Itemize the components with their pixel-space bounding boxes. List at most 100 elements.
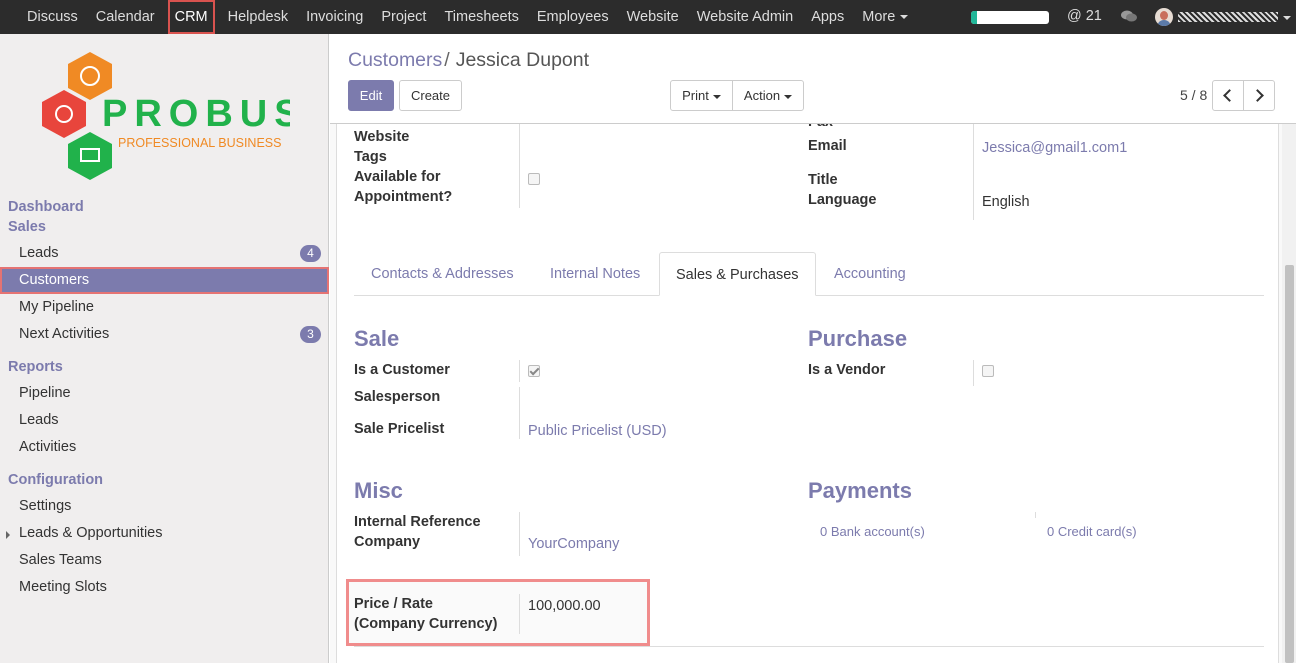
email-label: Email [808,138,847,154]
sidebar-item-next-activities[interactable]: Next Activities 3 [0,321,329,348]
sidebar-dashboard[interactable]: Dashboard [8,199,84,215]
sidebar-item-leads-opportunities[interactable]: Leads & Opportunities [0,520,329,547]
scrollbar-thumb[interactable] [1285,265,1294,663]
section-divider [354,646,1264,647]
tab-contacts-addresses[interactable]: Contacts & Addresses [371,252,514,296]
salesperson-label: Salesperson [354,389,441,405]
company-link[interactable]: YourCompany [528,536,619,552]
scrollbar[interactable] [1282,124,1296,663]
menu-website[interactable]: Website [618,0,688,34]
breadcrumb-customers[interactable]: Customers [348,49,442,71]
sidebar-item-pipeline[interactable]: Pipeline [0,380,329,407]
create-button[interactable]: Create [399,80,462,111]
sidebar-item-activities[interactable]: Activities [0,434,329,461]
count-badge: 3 [300,326,321,343]
menu-crm[interactable]: CRM [167,0,215,34]
menu-more[interactable]: More [853,0,917,34]
sidebar-item-meeting-slots[interactable]: Meeting Slots [0,574,329,601]
print-dropdown[interactable]: Print [670,80,733,111]
fax-label: Fax [808,124,833,132]
sidebar-section-sales: Sales [8,219,46,235]
available-appointment-label: Available for Appointment? [354,169,453,205]
user-avatar[interactable] [1155,8,1173,26]
sidebar-item-label: Leads & Opportunities [19,525,163,541]
payments-heading: Payments [808,478,912,503]
field-divider [519,594,520,634]
print-label: Print [682,88,709,103]
language-label: Language [808,192,877,208]
bank-accounts-button[interactable]: 0 Bank account(s) [820,524,925,539]
menu-website-admin[interactable]: Website Admin [688,0,802,34]
company-label: Company [354,534,421,550]
field-divider [519,512,520,556]
email-link[interactable]: Jessica@gmail1.com1 [982,140,1127,156]
sidebar-item-label: Leads [19,245,59,261]
menu-more-label: More [862,9,896,25]
tab-accounting[interactable]: Accounting [834,252,906,296]
tab-internal-notes[interactable]: Internal Notes [550,252,640,296]
sidebar-item-customers[interactable]: Customers [0,267,329,294]
action-dropdown[interactable]: Action [732,80,804,111]
chevron-left-icon [1223,89,1236,102]
pager-next-button[interactable] [1243,80,1275,111]
edit-button[interactable]: Edit [348,80,394,111]
tab-sales-purchases[interactable]: Sales & Purchases [659,252,816,296]
notebook-tabs: Contacts & Addresses Internal Notes Sale… [354,252,1264,296]
chevron-down-icon[interactable] [1283,16,1291,20]
chevron-down-icon [784,94,793,99]
sidebar-item-sales-teams[interactable]: Sales Teams [0,547,329,574]
language-value: English [982,194,1030,210]
menu-invoicing[interactable]: Invoicing [297,0,372,34]
sale-pricelist-label: Sale Pricelist [354,421,445,437]
sale-heading: Sale [354,326,400,351]
control-panel: Customers / Jessica Dupont Edit Create Pri… [330,34,1296,124]
sidebar-item-label: Customers [19,272,90,288]
sidebar: PROBUSE PROFESSIONAL BUSINESS Dashboard … [0,34,329,663]
count-badge: 4 [300,245,321,262]
progress-bar[interactable] [971,11,1049,24]
sidebar-item-report-leads[interactable]: Leads [0,407,329,434]
credit-cards-button[interactable]: 0 Credit card(s) [1047,524,1137,539]
pager-previous-button[interactable] [1212,80,1244,111]
breadcrumb-separator: / [444,49,450,71]
misc-heading: Misc [354,478,403,503]
sidebar-item-leads[interactable]: Leads 4 [0,240,329,267]
is-customer-checkbox[interactable] [528,365,540,377]
sale-pricelist-link[interactable]: Public Pricelist (USD) [528,423,667,439]
pager-value[interactable]: 5 / 8 [1180,87,1207,103]
menu-discuss[interactable]: Discuss [18,0,87,34]
chevron-down-icon [712,94,721,99]
sidebar-item-label: Leads [19,412,59,428]
title-label: Title [808,172,838,188]
menu-apps[interactable]: Apps [802,0,853,34]
top-navbar: Discuss Calendar CRM Helpdesk Invoicing … [0,0,1296,34]
username-redacted[interactable] [1178,12,1278,22]
menu-timesheets[interactable]: Timesheets [435,0,527,34]
field-divider [1035,512,1036,518]
breadcrumb: Customers / Jessica Dupont [348,49,589,72]
is-vendor-checkbox[interactable] [982,365,994,377]
menu-employees[interactable]: Employees [528,0,618,34]
chat-icon[interactable] [1121,10,1137,23]
menu-helpdesk[interactable]: Helpdesk [219,0,297,34]
sidebar-item-my-pipeline[interactable]: My Pipeline [0,294,329,321]
menu-calendar[interactable]: Calendar [87,0,164,34]
sidebar-item-settings[interactable]: Settings [0,493,329,520]
company-logo: PROBUSE PROFESSIONAL BUSINESS [42,52,290,180]
sidebar-item-label: Activities [19,439,77,455]
field-divider [973,360,974,386]
progress-fill [971,11,978,24]
mentions-counter[interactable]: @ 21 [1067,8,1102,24]
action-label: Action [743,88,781,103]
logo-tagline: PROFESSIONAL BUSINESS [118,136,281,150]
app-menu: Discuss Calendar CRM Helpdesk Invoicing … [18,0,917,34]
caret-right-icon [6,531,10,539]
sidebar-item-label: Pipeline [19,385,71,401]
sidebar-section-reports: Reports [8,359,63,375]
menu-project[interactable]: Project [372,0,435,34]
field-divider [973,124,974,220]
price-rate-label: Price / Rate (Company Currency) [354,596,498,632]
available-appointment-checkbox[interactable] [528,173,540,185]
chevron-down-icon [900,15,909,20]
purchase-heading: Purchase [808,326,908,351]
